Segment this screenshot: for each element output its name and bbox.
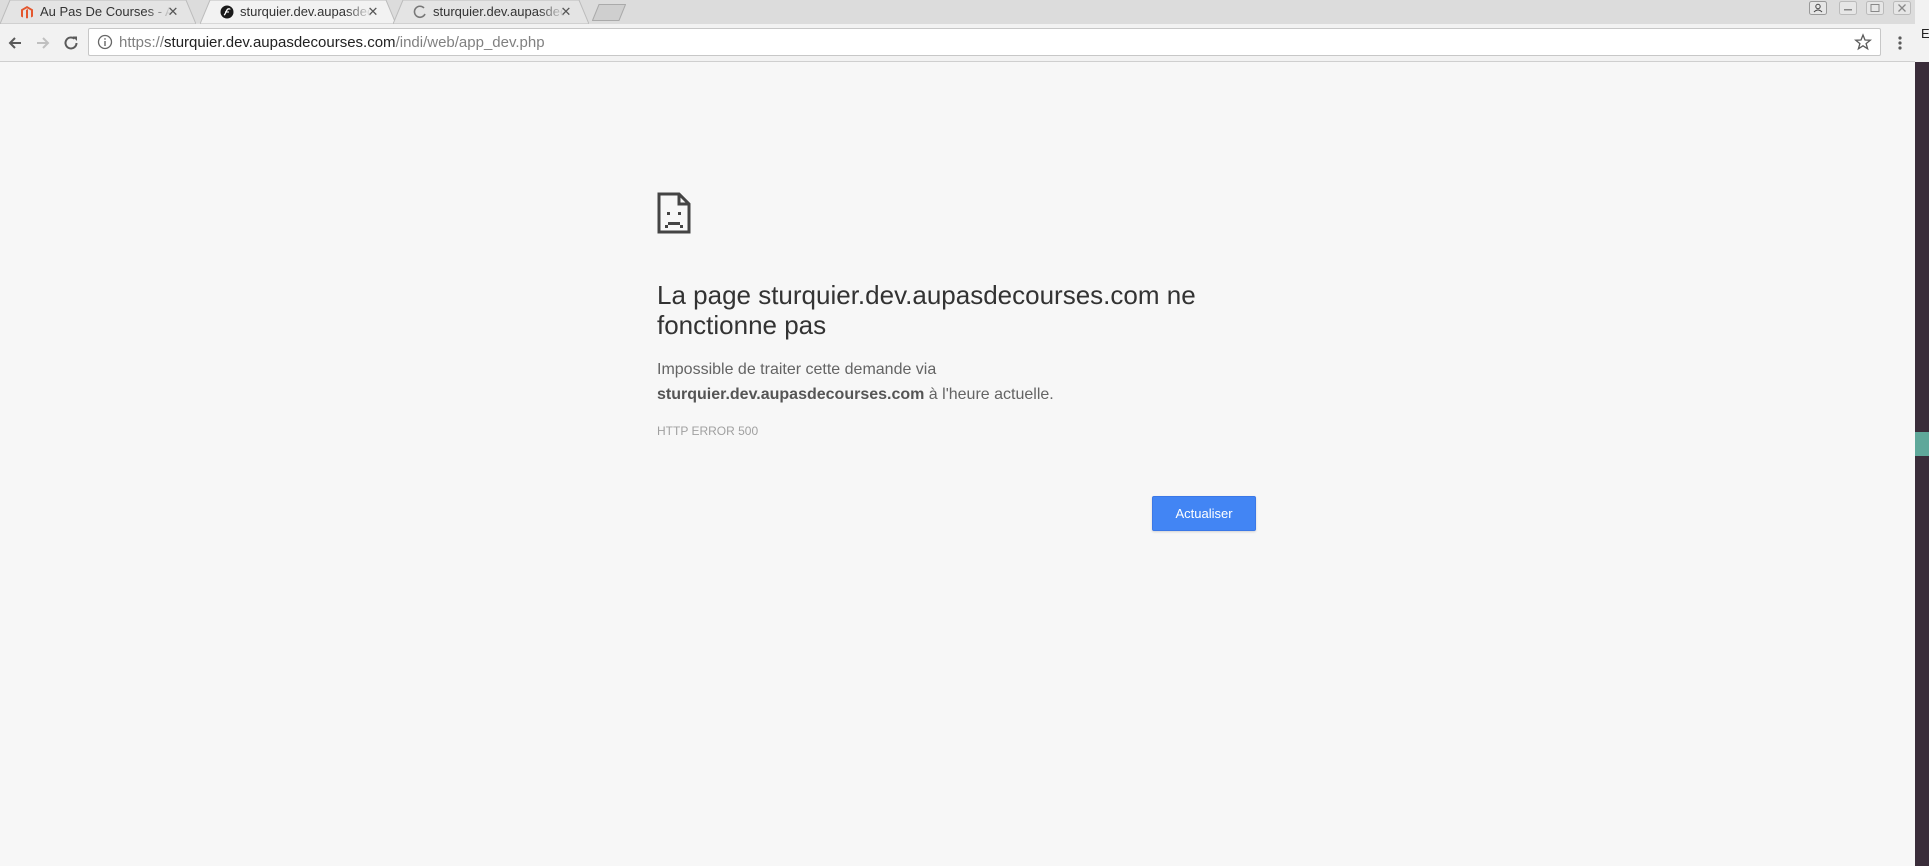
loading-icon: [413, 5, 426, 19]
desc-text: Impossible de traiter cette demande via: [657, 361, 937, 378]
side-glyph: E: [1921, 26, 1929, 41]
info-icon[interactable]: [97, 34, 113, 50]
error-description: Impossible de traiter cette demande via s…: [657, 357, 1257, 407]
side-accent: [1915, 432, 1929, 456]
error-headline: La page sturquier.dev.aupasdecourses.com…: [657, 280, 1196, 340]
sad-page-icon: [657, 192, 691, 234]
url-prefix: https://: [119, 34, 165, 51]
tab-title: sturquier.dev.aupasdec: [240, 4, 372, 19]
reload-button[interactable]: Actualiser: [1152, 496, 1256, 531]
close-icon[interactable]: ✕: [366, 5, 380, 19]
url-path: /indi/web/app_dev.php: [395, 34, 545, 51]
desc-text-after: à l'heure actuelle.: [924, 386, 1054, 403]
url-text[interactable]: https://sturquier.dev.aupasdecourses.com…: [119, 34, 545, 51]
url-host: sturquier.dev.aupasdecourses.com: [164, 34, 396, 51]
maximize-icon[interactable]: [1866, 1, 1884, 15]
address-bar[interactable]: https://sturquier.dev.aupasdecourses.com…: [88, 28, 1881, 56]
tab-admin[interactable]: Au Pas De Courses - Ad ✕: [0, 0, 196, 24]
forward-arrow-icon[interactable]: [33, 33, 53, 53]
close-icon[interactable]: ✕: [559, 5, 573, 19]
browser-toolbar: https://sturquier.dev.aupasdecourses.com…: [0, 24, 1915, 62]
tab-loading[interactable]: sturquier.dev.aupasdec ✕: [393, 0, 589, 24]
tab-strip: Au Pas De Courses - Ad ✕ sturquier.dev.a…: [0, 0, 1915, 24]
symfony-icon: [220, 5, 234, 19]
close-window-icon[interactable]: [1893, 1, 1911, 15]
reload-icon[interactable]: [61, 33, 81, 53]
profile-icon[interactable]: [1809, 1, 1827, 15]
error-code: HTTP ERROR 500: [657, 424, 759, 438]
desc-host: sturquier.dev.aupasdecourses.com: [657, 386, 925, 403]
desktop-side-strip: E: [1915, 0, 1929, 866]
menu-icon[interactable]: [1893, 33, 1907, 53]
tab-active[interactable]: sturquier.dev.aupasdec ✕: [200, 0, 396, 24]
minimize-icon[interactable]: [1839, 1, 1857, 15]
close-icon[interactable]: ✕: [166, 5, 180, 19]
tab-title: sturquier.dev.aupasdec: [433, 4, 565, 19]
tab-title: Au Pas De Courses - Ad: [40, 4, 172, 19]
magento-icon: [21, 6, 33, 19]
new-tab-button[interactable]: [592, 4, 626, 21]
bookmark-star-icon[interactable]: [1854, 33, 1872, 51]
back-arrow-icon[interactable]: [5, 33, 25, 53]
